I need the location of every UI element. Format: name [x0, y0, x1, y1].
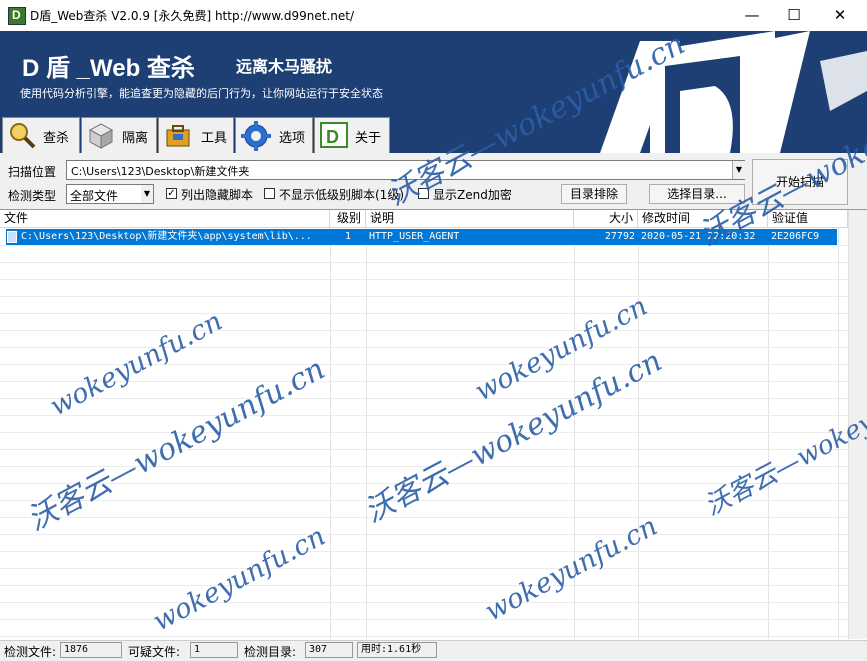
grid-line: [0, 398, 848, 399]
file-icon: [7, 231, 17, 243]
grid-line: [0, 262, 848, 263]
grid-line: [0, 279, 848, 280]
minimize-button[interactable]: —: [729, 0, 775, 31]
tab-scan-label: 查杀: [43, 131, 70, 146]
box-icon: [88, 123, 114, 149]
banner-description: 使用代码分析引擎，能追查更为隐藏的后门行为，让你网站运行于安全状态: [20, 87, 383, 100]
maximize-button[interactable]: ☐: [771, 0, 817, 31]
tab-options[interactable]: 选项: [235, 117, 313, 153]
row-desc: HTTP_USER_AGENT: [369, 231, 460, 242]
dirs-count-value: 307: [305, 642, 353, 658]
gear-icon: [241, 121, 271, 151]
grid-line: [0, 313, 848, 314]
result-list[interactable]: [0, 209, 867, 640]
magnifier-icon: [10, 123, 36, 149]
close-button[interactable]: ✕: [817, 0, 863, 31]
suspicious-count-value: 1: [190, 642, 238, 658]
row-file: C:\Users\123\Desktop\新建文件夹\app\system\li…: [21, 231, 312, 242]
tab-about[interactable]: D 关于: [314, 117, 390, 153]
tab-about-label: 关于: [355, 131, 382, 146]
dirs-count-label: 检测目录:: [244, 645, 297, 659]
files-count-label: 检测文件:: [4, 645, 57, 659]
show-hidden-label: 列出隐藏脚本: [181, 188, 254, 202]
exclude-dir-button[interactable]: 目录排除: [561, 184, 627, 204]
elapsed-time: 用时:1.61秒: [357, 642, 437, 658]
banner-title: D 盾 _Web 查杀: [22, 55, 195, 82]
grid-line: [0, 619, 848, 620]
suspicious-count-label: 可疑文件:: [128, 645, 181, 659]
window-title: D盾_Web查杀 V2.0.9 [永久免费] http://www.d99net…: [30, 9, 355, 23]
grid-line: [0, 296, 848, 297]
grid-line: [366, 227, 367, 639]
svg-text:D: D: [326, 127, 339, 147]
d-logo-icon: D: [320, 122, 348, 148]
show-hidden-checkbox[interactable]: ✓: [166, 188, 177, 199]
row-size: 27792: [604, 231, 635, 242]
grid-line: [330, 227, 331, 639]
files-count-value: 1876: [60, 642, 122, 658]
grid-line: [0, 534, 848, 535]
grid-line: [0, 568, 848, 569]
tab-options-label: 选项: [279, 131, 306, 146]
tab-tools[interactable]: 工具: [158, 117, 234, 153]
scan-location-label: 扫描位置: [8, 165, 57, 179]
grid-line: [0, 432, 848, 433]
column-size[interactable]: 大小: [574, 210, 638, 227]
tab-scan[interactable]: 查杀: [2, 117, 80, 153]
grid-line: [0, 330, 848, 331]
row-hash: 2E206FC9: [771, 231, 820, 242]
grid-line: [0, 585, 848, 586]
hide-low-level-checkbox[interactable]: [264, 188, 275, 199]
app-icon: [8, 7, 26, 25]
grid-line: [638, 227, 639, 639]
chevron-down-icon[interactable]: ▼: [732, 161, 745, 179]
tab-quarantine-label: 隔离: [122, 131, 149, 146]
chevron-down-icon[interactable]: ▼: [141, 185, 153, 203]
row-level: 1: [344, 231, 352, 242]
grid-line: [768, 227, 769, 639]
toolbox-icon: [166, 125, 190, 147]
column-file[interactable]: 文件: [0, 210, 330, 227]
grid-line: [0, 602, 848, 603]
banner-subtitle: 远离木马骚扰: [236, 57, 333, 76]
grid-line: [0, 551, 848, 552]
tab-quarantine[interactable]: 隔离: [81, 117, 157, 153]
scan-type-label: 检测类型: [8, 189, 57, 203]
tab-tools-label: 工具: [201, 131, 228, 146]
grid-line: [0, 415, 848, 416]
grid-line: [0, 636, 848, 637]
column-level[interactable]: 级别: [330, 210, 366, 227]
grid-line: [0, 347, 848, 348]
